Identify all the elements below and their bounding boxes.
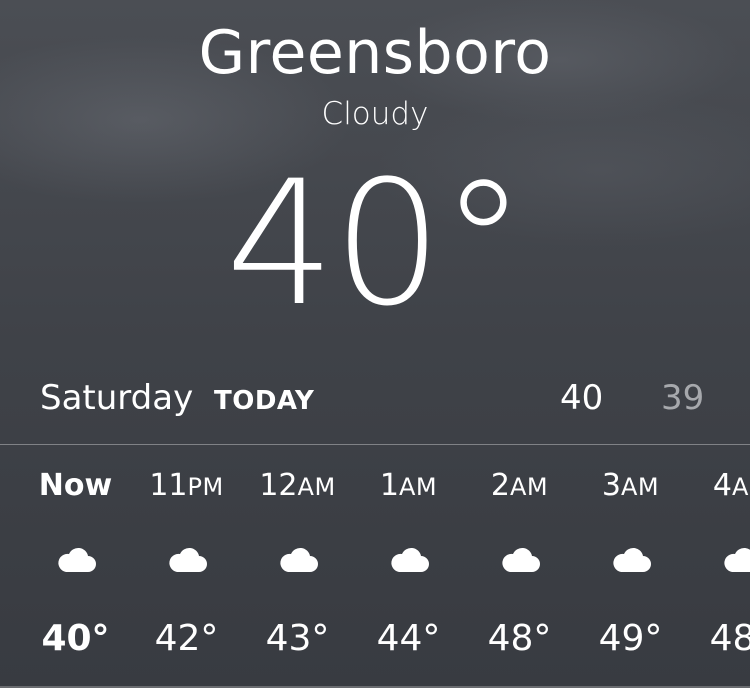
hourly-item: 4AM 48° (686, 446, 750, 688)
hour-temperature: 43° (265, 618, 330, 659)
hour-value: 3 (601, 468, 621, 503)
day-label: Saturday (40, 378, 194, 418)
hour-value: 2 (490, 468, 510, 503)
hour-label: Now (20, 468, 131, 503)
hour-temperature: 40° (41, 618, 110, 659)
divider (0, 444, 750, 445)
hour-value: 1 (379, 468, 399, 503)
hour-period: AM (297, 473, 336, 501)
weather-condition: Cloudy (321, 96, 429, 132)
hourly-item: Now 40° (20, 446, 131, 688)
cloud-icon (391, 547, 429, 572)
hourly-item: 2AM 48° (464, 446, 575, 688)
hour-period: AM (620, 473, 660, 501)
hour-value: Now (38, 468, 113, 503)
hour-label: 4AM (686, 468, 750, 503)
hour-period: PM (187, 473, 224, 501)
cloud-icon (502, 547, 540, 572)
hour-period: AM (398, 473, 438, 501)
hour-temperature: 44° (376, 618, 441, 659)
cloud-icon (280, 547, 318, 572)
hour-label: 1AM (353, 468, 464, 503)
hour-period: AM (731, 473, 750, 501)
cloud-icon (169, 547, 207, 572)
current-temperature: 40° (0, 158, 750, 330)
hour-label: 3AM (575, 468, 686, 503)
hourly-forecast[interactable]: Now 40° 11PM 42° 12AM 43° 1AM 44° 2AM 48… (0, 446, 750, 688)
hour-temperature: 49° (598, 618, 663, 659)
hour-temperature: 48° (487, 618, 552, 659)
hourly-item: 1AM 44° (353, 446, 464, 688)
today-label: TODAY (214, 386, 315, 416)
cloud-icon (58, 547, 96, 572)
cloud-icon (613, 547, 651, 572)
hour-label: 12AM (242, 468, 353, 503)
city-name: Greensboro (198, 18, 552, 88)
hourly-item: 3AM 49° (575, 446, 686, 688)
high-temperature: 40 (560, 378, 604, 418)
hour-temperature: 42° (154, 618, 219, 659)
hour-period: AM (509, 473, 549, 501)
hour-label: 2AM (464, 468, 575, 503)
low-temperature: 39 (661, 378, 705, 418)
current-temperature-value: 40° (225, 143, 527, 344)
hour-value: 11 (149, 468, 188, 503)
hour-label: 11PM (131, 468, 242, 503)
hour-temperature: 48° (709, 618, 750, 659)
hour-value: 4 (712, 468, 732, 503)
hour-value: 12 (259, 468, 298, 503)
hourly-item: 12AM 43° (242, 446, 353, 688)
today-summary-row: Saturday TODAY 40 39 (0, 372, 750, 428)
cloud-icon (724, 547, 750, 572)
hourly-item: 11PM 42° (131, 446, 242, 688)
